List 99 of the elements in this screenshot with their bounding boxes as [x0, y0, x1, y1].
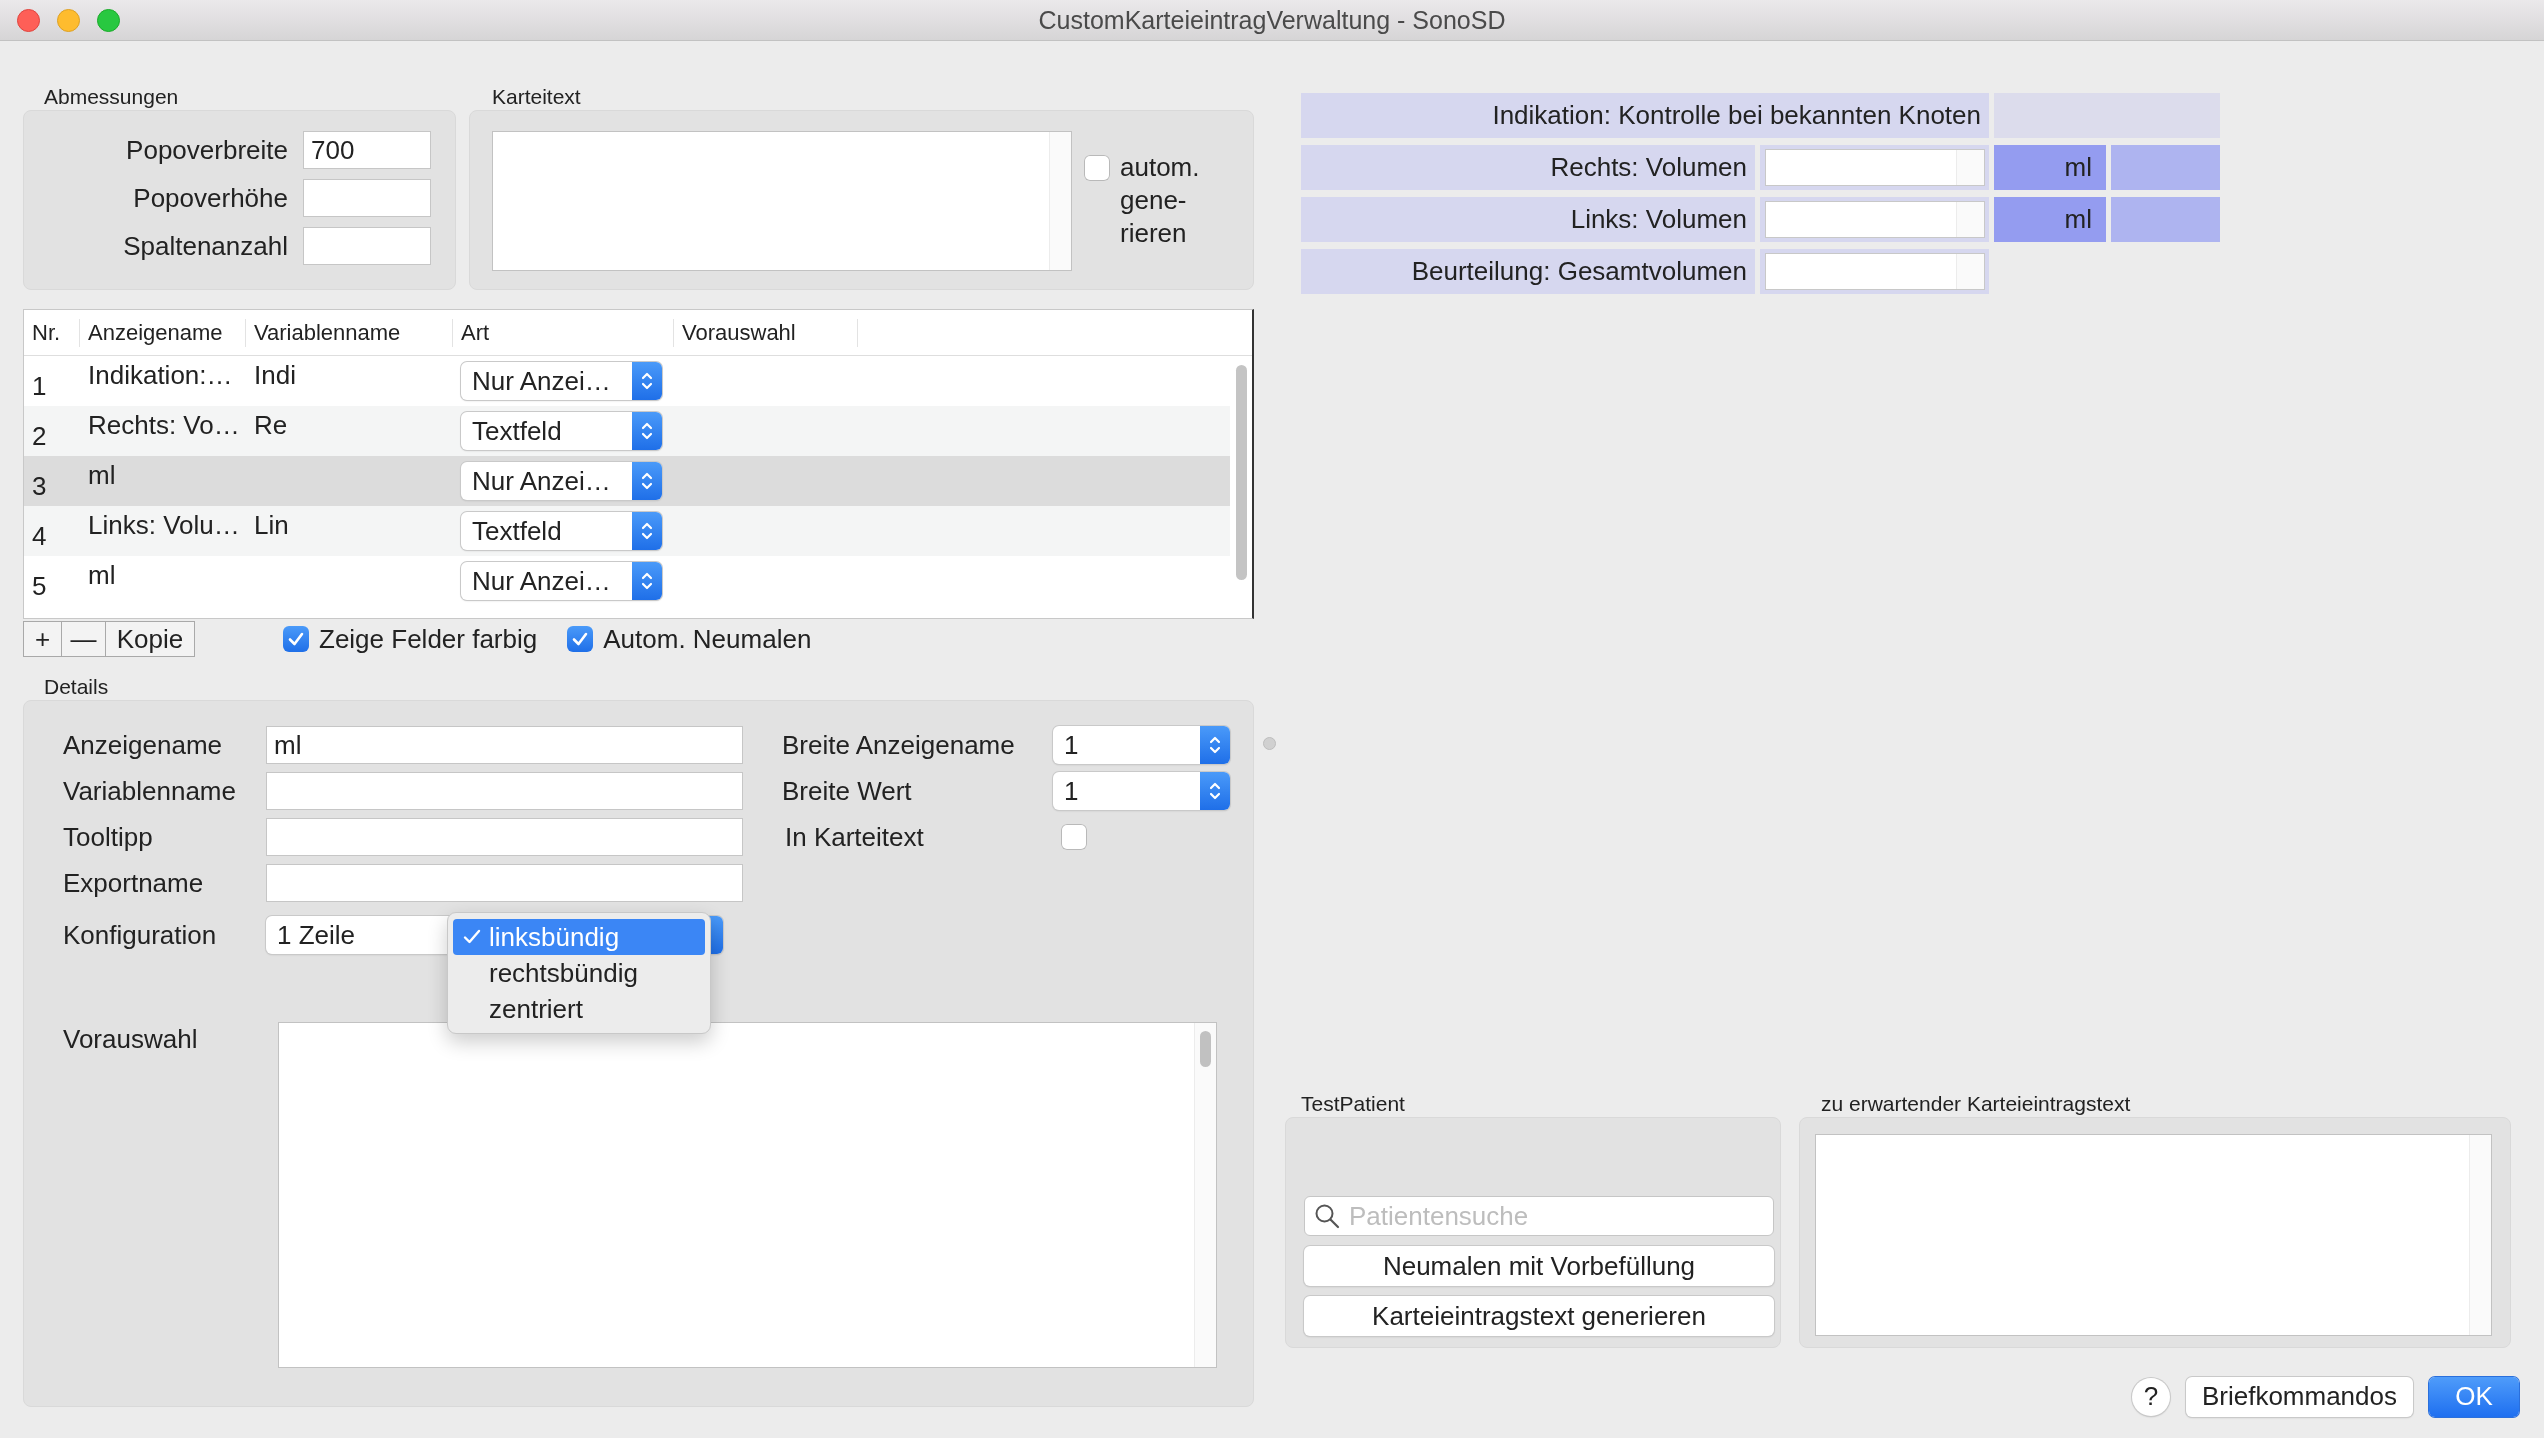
preview-label: Indikation: Kontrolle bei bekannten Knoten: [1492, 100, 1981, 131]
field-label: Popoverbreite: [125, 134, 288, 167]
preview-label: Links: Volumen: [1570, 204, 1747, 235]
popup-button[interactable]: 1: [1053, 772, 1230, 810]
field-label: Vorauswahl: [63, 1024, 198, 1054]
popup-button[interactable]: Nur Anzei…: [461, 462, 662, 500]
table-cell: Indikation:…: [88, 359, 233, 390]
popup-button[interactable]: 1: [1053, 726, 1230, 764]
text-area[interactable]: [492, 131, 1072, 271]
table-cell: Indi: [254, 359, 296, 390]
text-field[interactable]: [266, 772, 743, 810]
table-cell: 1: [32, 370, 47, 401]
updown-chevron-icon: [640, 520, 654, 542]
column-header: Variablenname: [246, 318, 453, 347]
table-cell: Re: [254, 409, 288, 440]
action-button[interactable]: Neumalen mit Vorbefüllung: [1304, 1246, 1774, 1286]
text-area[interactable]: [1815, 1134, 2492, 1336]
column-header: Vorauswahl: [674, 318, 858, 347]
help-button[interactable]: ?: [2131, 1377, 2170, 1416]
text-area[interactable]: [278, 1022, 1217, 1368]
popup-button[interactable]: Textfeld: [461, 512, 662, 550]
updown-chevron-icon: [640, 420, 654, 442]
search-field[interactable]: Patientensuche: [1304, 1196, 1774, 1236]
table-cell: ml: [88, 559, 116, 590]
updown-chevron-icon: [1208, 734, 1222, 756]
text-field[interactable]: [266, 864, 743, 902]
table-cell: 3: [32, 470, 47, 501]
unit-label: ml: [2064, 204, 2092, 235]
preview-label: Beurteilung: Gesamtvolumen: [1411, 256, 1747, 287]
search-icon: [1314, 1203, 1340, 1229]
table-cell: Links: Volu…: [88, 509, 240, 540]
toolbar-button[interactable]: Kopie: [105, 621, 195, 657]
field-label: Spaltenanzahl: [122, 230, 288, 263]
group-title: zu erwartender Karteieintragstext: [1821, 1092, 2131, 1115]
field-label: Variablenname: [63, 775, 237, 807]
text-field[interactable]: [266, 818, 743, 856]
toolbar-button[interactable]: +: [23, 621, 62, 657]
window-title: CustomKarteieintragVerwaltung - SonoSD: [1038, 5, 1506, 35]
popup-button[interactable]: Nur Anzei…: [461, 362, 662, 400]
table-row[interactable]: 3 ml Nur Anzei…: [24, 456, 1230, 506]
group-title: TestPatient: [1301, 1092, 1405, 1115]
preview-label: Rechts: Volumen: [1550, 152, 1747, 183]
field-label: Anzeigename: [63, 729, 223, 761]
table-cell: Rechts: Vo…: [88, 409, 240, 440]
group-title: Abmessungen: [44, 85, 179, 108]
column-header: Nr.: [24, 318, 80, 347]
minimize-button[interactable]: [57, 8, 80, 32]
checkmark-icon: [571, 630, 590, 648]
menu-item[interactable]: linksbündig: [453, 919, 705, 955]
checkmark-icon: [463, 928, 481, 946]
split-handle-icon[interactable]: [1263, 737, 1276, 750]
table-row[interactable]: 1 Indikation:… Indi Nur Anzei…: [24, 356, 1230, 406]
menu-item[interactable]: rechtsbündig: [453, 955, 705, 991]
updown-chevron-icon: [640, 570, 654, 592]
text-field[interactable]: [303, 179, 431, 217]
dialog-button[interactable]: OK: [2429, 1376, 2519, 1417]
group-title: Karteitext: [492, 85, 581, 108]
dialog-button[interactable]: Briefkommandos: [2185, 1376, 2413, 1417]
checkbox[interactable]: [1061, 824, 1087, 850]
field-label: Exportname: [63, 867, 205, 899]
updown-chevron-icon: [640, 470, 654, 492]
close-button[interactable]: [17, 8, 40, 32]
zoom-button[interactable]: [97, 8, 120, 32]
field-label: Popoverhöhe: [132, 182, 288, 215]
table-row[interactable]: 5 ml Nur Anzei…: [24, 556, 1230, 606]
table-row[interactable]: 4 Links: Volu… Lin Textfeld: [24, 506, 1230, 556]
popup-button[interactable]: Nur Anzei…: [461, 562, 662, 600]
text-field[interactable]: 700: [303, 131, 431, 169]
checkbox-label: Zeige Felder farbig: [319, 623, 538, 655]
table-cell: 4: [32, 520, 47, 551]
unit-label: ml: [2064, 152, 2092, 183]
field-label: Tooltipp: [63, 821, 154, 853]
toolbar-button[interactable]: —: [61, 621, 106, 657]
checkbox[interactable]: [283, 626, 309, 652]
table-cell: ml: [88, 459, 116, 490]
field-label: In Karteitext: [784, 821, 925, 853]
checkbox-label: Autom. Neumalen: [603, 623, 812, 655]
checkbox-label: autom. gene-rieren: [1120, 151, 1201, 250]
field-label: Breite Wert: [782, 775, 913, 807]
column-header: Art: [453, 318, 674, 347]
scrollbar-thumb[interactable]: [1236, 365, 1247, 580]
checkbox[interactable]: [567, 626, 594, 652]
field-label: Konfiguration: [63, 919, 218, 951]
updown-chevron-icon: [1208, 780, 1222, 802]
table-row[interactable]: 2 Rechts: Vo… Re Textfeld: [24, 406, 1230, 456]
field-label: Breite Anzeigename: [782, 729, 1016, 761]
popup-button[interactable]: Textfeld: [461, 412, 662, 450]
checkmark-icon: [287, 630, 305, 648]
action-button[interactable]: Karteieintragstext generieren: [1304, 1296, 1774, 1336]
text-field[interactable]: ml: [266, 726, 743, 764]
updown-chevron-icon: [640, 370, 654, 392]
group-title: Details: [44, 675, 109, 698]
table-cell: Lin: [254, 509, 289, 540]
text-field[interactable]: [303, 227, 431, 265]
table-cell: 2: [32, 420, 47, 451]
table-cell: 5: [32, 570, 47, 601]
checkbox[interactable]: [1084, 155, 1110, 181]
column-header: Anzeigename: [80, 318, 246, 347]
menu-item[interactable]: zentriert: [453, 991, 705, 1027]
